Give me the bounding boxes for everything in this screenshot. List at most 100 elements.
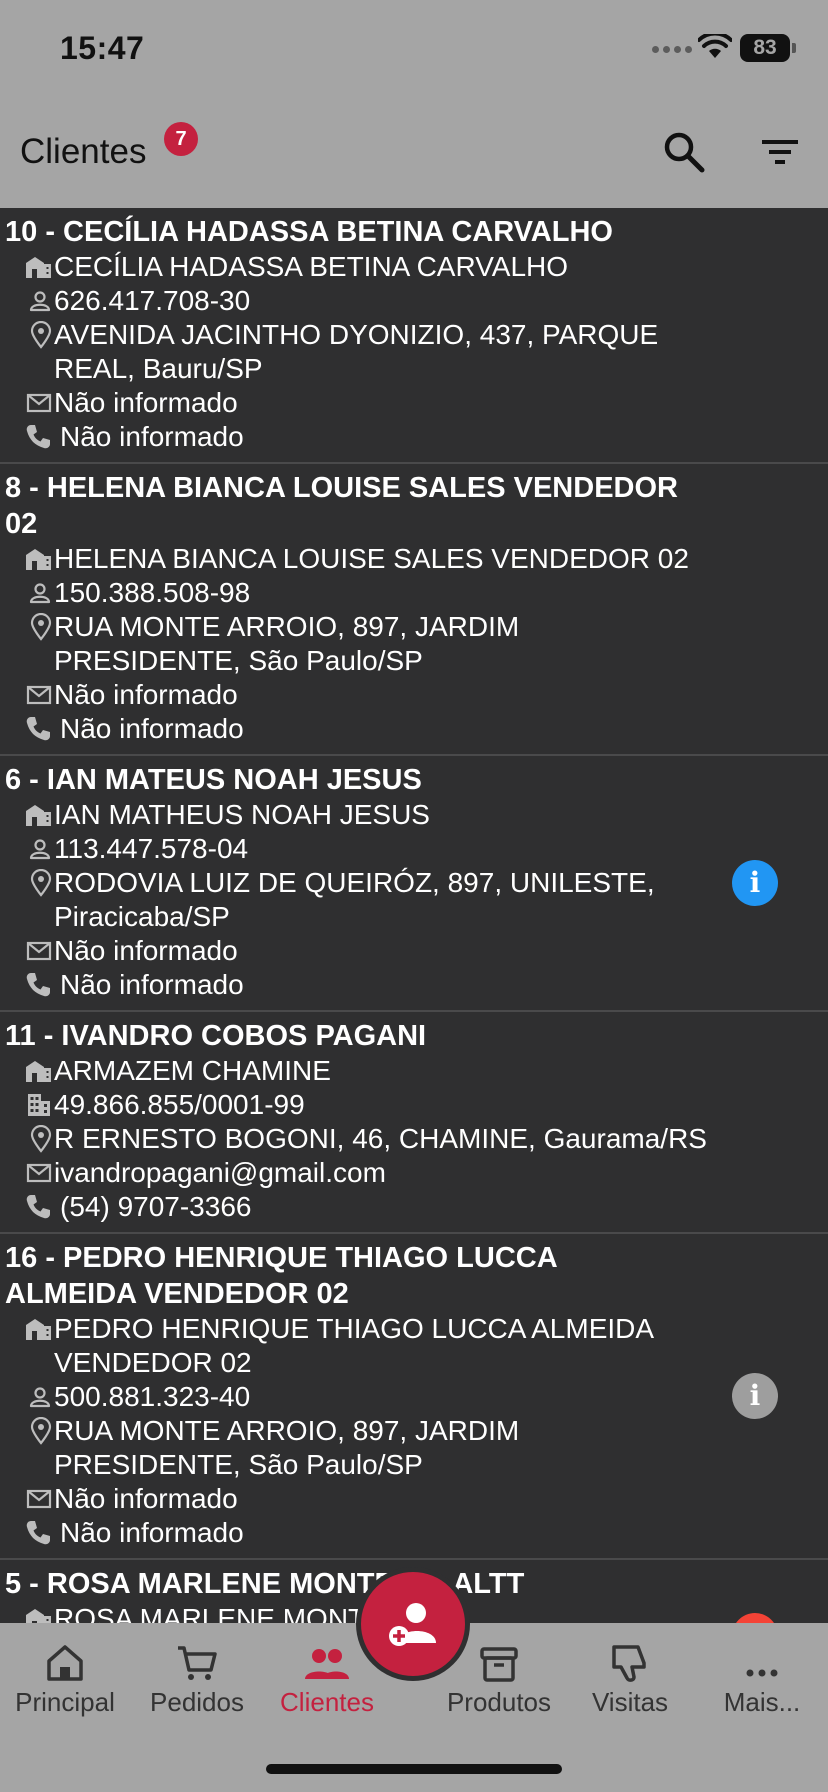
client-title: 11 - IVANDRO COBOS PAGANI — [5, 1020, 427, 1052]
client-address: R ERNESTO BOGONI, 46, CHAMINE, Gaurama/R… — [54, 1123, 707, 1154]
client-document: 626.417.708-30 — [54, 285, 251, 316]
client-company-row: IAN MATHEUS NOAH JESUS — [0, 798, 828, 832]
client-card[interactable]: 16 - PEDRO HENRIQUE THIAGO LUCCA ALMEIDA… — [0, 1234, 828, 1560]
client-address: RUA MONTE ARROIO, 897, JARDIM PRESIDENTE… — [54, 1415, 520, 1480]
client-address-row: AVENIDA JACINTHO DYONIZIO, 437, PARQUE R… — [0, 318, 828, 386]
client-document: 150.388.508-98 — [54, 577, 251, 608]
search-icon[interactable] — [662, 130, 706, 174]
mail-icon — [0, 1156, 54, 1190]
client-phone-row: (54) 9707-3366 — [0, 1190, 828, 1224]
client-card[interactable]: 6 - IAN MATEUS NOAH JESUS IAN MATHEUS NOA… — [0, 756, 828, 1012]
mail-icon — [0, 386, 54, 420]
count-badge: 7 — [164, 122, 198, 156]
store-icon — [0, 1602, 54, 1623]
location-pin-icon — [0, 1414, 54, 1448]
client-phone-row: Não informado — [0, 712, 828, 746]
location-pin-icon — [0, 866, 54, 900]
client-email: ivandropagani@gmail.com — [54, 1157, 386, 1188]
phone-icon — [0, 420, 54, 454]
nav-label: Mais... — [723, 1687, 801, 1717]
mail-icon — [0, 678, 54, 712]
nav-item-mais[interactable]: Mais... — [697, 1637, 827, 1718]
client-address-row: RODOVIA LUIZ DE QUEIRÓZ, 897, UNILESTE, … — [0, 866, 828, 934]
nav-label: Clientes — [280, 1687, 374, 1717]
client-list[interactable]: 10 - CECÍLIA HADASSA BETINA CARVALHO CECÍ… — [0, 208, 828, 1623]
person-icon — [0, 832, 54, 866]
store-icon — [0, 1312, 54, 1346]
nav-label: Pedidos — [150, 1687, 244, 1717]
client-card[interactable]: 11 - IVANDRO COBOS PAGANI ARMAZEM CHAMINE… — [0, 1012, 828, 1234]
nav-label: Produtos — [446, 1687, 552, 1717]
add-client-button[interactable] — [356, 1567, 470, 1681]
client-email: Não informado — [54, 935, 238, 966]
thumb-down-icon — [612, 1645, 646, 1682]
cellular-signal-icon — [652, 46, 692, 53]
client-email: Não informado — [54, 387, 238, 418]
nav-item-visitas[interactable]: Visitas — [565, 1637, 695, 1718]
client-company: ARMAZEM CHAMINE — [54, 1055, 331, 1086]
wifi-icon — [698, 34, 732, 58]
nav-item-principal[interactable]: Principal — [0, 1637, 130, 1718]
client-phone: Não informado — [60, 969, 244, 1000]
location-pin-icon — [0, 610, 54, 644]
client-document-row: 150.388.508-98 — [0, 576, 828, 610]
location-pin-icon — [0, 318, 54, 352]
client-company-row: CECÍLIA HADASSA BETINA CARVALHO — [0, 250, 828, 284]
battery-icon: 83 — [740, 34, 790, 62]
client-phone: Não informado — [60, 713, 244, 744]
add-person-icon — [389, 1603, 436, 1646]
client-phone-row: Não informado — [0, 1516, 828, 1550]
info-icon[interactable]: i — [732, 860, 778, 906]
client-document-row: 626.417.708-30 — [0, 284, 828, 318]
battery-tip — [792, 43, 796, 53]
phone-icon — [0, 1516, 54, 1550]
store-icon — [0, 250, 54, 284]
client-address: RODOVIA LUIZ DE QUEIRÓZ, 897, UNILESTE, … — [54, 867, 655, 932]
client-address: RUA MONTE ARROIO, 897, JARDIM PRESIDENTE… — [54, 611, 520, 676]
store-icon — [0, 1054, 54, 1088]
mail-icon — [0, 1482, 54, 1516]
filter-icon[interactable] — [758, 132, 802, 172]
info-icon[interactable]: i — [732, 1373, 778, 1419]
client-email: Não informado — [54, 679, 238, 710]
client-phone: Não informado — [60, 421, 244, 452]
phone-icon — [0, 712, 54, 746]
location-pin-icon — [0, 1122, 54, 1156]
client-phone: Não informado — [60, 1517, 244, 1548]
client-document: 113.447.578-04 — [54, 833, 249, 864]
building-icon — [0, 1088, 54, 1122]
person-icon — [0, 1380, 54, 1414]
client-card[interactable]: 8 - HELENA BIANCA LOUISE SALES VENDEDOR … — [0, 464, 828, 756]
nav-item-pedidos[interactable]: Pedidos — [132, 1637, 262, 1718]
nav-label: Principal — [15, 1687, 115, 1717]
client-card[interactable]: 10 - CECÍLIA HADASSA BETINA CARVALHO CECÍ… — [0, 208, 828, 464]
page-title: Clientes — [20, 132, 147, 171]
client-document-row: 500.881.323-40 — [0, 1380, 828, 1414]
client-phone-row: Não informado — [0, 968, 828, 1002]
client-email-row: Não informado — [0, 386, 828, 420]
person-icon — [0, 284, 54, 318]
client-document-row: 49.866.855/0001-99 — [0, 1088, 828, 1122]
client-title: 6 - IAN MATEUS NOAH JESUS — [5, 764, 422, 796]
client-company: CECÍLIA HADASSA BETINA CARVALHO — [54, 251, 569, 282]
client-company: HELENA BIANCA LOUISE SALES VENDEDOR 02 — [54, 543, 689, 574]
store-icon — [0, 542, 54, 576]
more-icon — [746, 1669, 778, 1677]
home-icon — [47, 1645, 83, 1681]
client-company-row: PEDRO HENRIQUE THIAGO LUCCA ALMEIDA VEND… — [0, 1312, 828, 1380]
archive-icon — [480, 1647, 518, 1682]
client-title: 8 - HELENA BIANCA LOUISE SALES VENDEDOR … — [5, 472, 678, 540]
person-icon — [0, 576, 54, 610]
client-title: 16 - PEDRO HENRIQUE THIAGO LUCCA ALMEIDA… — [5, 1242, 557, 1310]
client-phone-row: Não informado — [0, 420, 828, 454]
client-company-row: ARMAZEM CHAMINE — [0, 1054, 828, 1088]
client-phone: (54) 9707-3366 — [60, 1191, 252, 1222]
client-email: Não informado — [54, 1483, 238, 1514]
client-email-row: ivandropagani@gmail.com — [0, 1156, 828, 1190]
nav-label: Visitas — [591, 1687, 669, 1717]
client-address: AVENIDA JACINTHO DYONIZIO, 437, PARQUE R… — [54, 319, 659, 384]
top-bar: 15:47 83 Clientes 7 — [0, 0, 828, 208]
phone-icon — [0, 968, 54, 1002]
client-document: 49.866.855/0001-99 — [54, 1089, 305, 1120]
client-email-row: Não informado — [0, 678, 828, 712]
